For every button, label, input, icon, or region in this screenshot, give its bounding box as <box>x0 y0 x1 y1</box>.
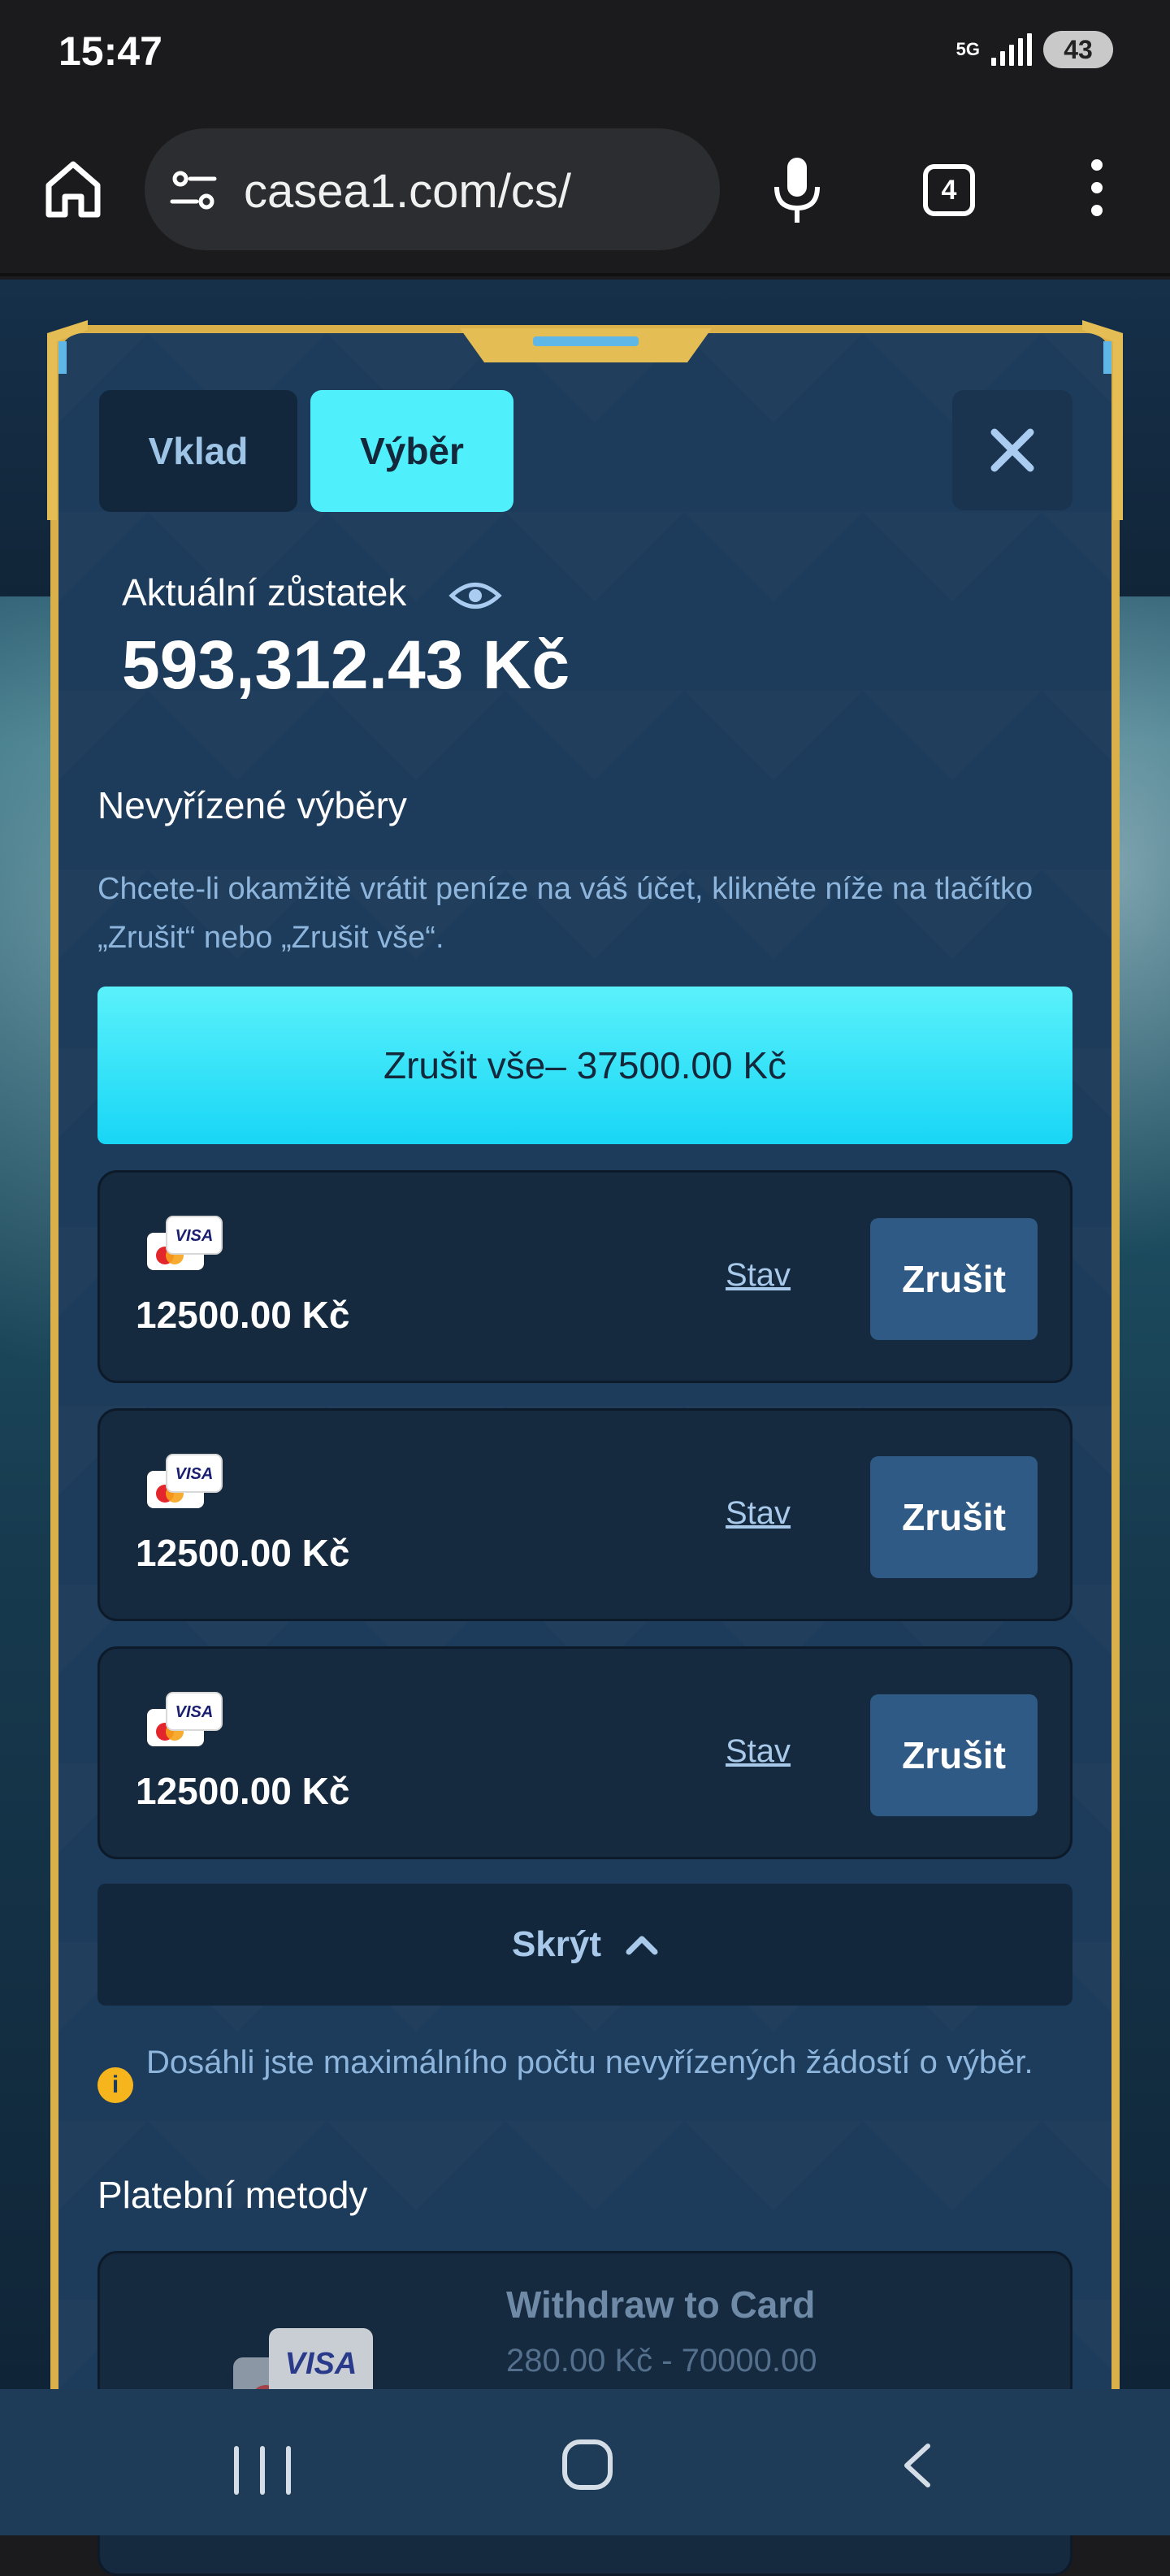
card-brand-text: VISA <box>176 1227 214 1245</box>
status-link[interactable]: Stav <box>726 1495 791 1532</box>
home-icon[interactable] <box>41 156 106 221</box>
pending-withdrawal-item: VISA 12500.00 Kč Stav Zrušit <box>98 1170 1072 1383</box>
signal-icon <box>991 33 1032 66</box>
visa-card-icon: VISA <box>147 1454 223 1508</box>
pending-withdrawals-description: Chcete-li okamžitě vrátit peníze na váš … <box>98 872 1034 955</box>
cancel-withdrawal-button[interactable]: Zrušit <box>870 1694 1038 1816</box>
network-type-icon: 5G <box>956 39 980 59</box>
eye-icon[interactable] <box>448 575 502 616</box>
system-navigation-bar <box>0 2389 1170 2535</box>
status-link[interactable]: Stav <box>726 1733 791 1770</box>
close-icon <box>990 428 1034 472</box>
withdrawal-amount: 12500.00 Kč <box>136 1532 350 1574</box>
tab-deposit[interactable]: Vklad <box>99 390 297 512</box>
balance-label: Aktuální zůstatek <box>122 571 407 614</box>
card-brand-text: VISA <box>285 2347 358 2381</box>
tab-switcher-button[interactable]: 4 <box>923 164 975 216</box>
address-bar[interactable]: casea1.com/cs/ <box>145 128 720 250</box>
payment-method-name: Withdraw to Card <box>506 2283 816 2326</box>
pending-withdrawal-item: VISA 12500.00 Kč Stav Zrušit <box>98 1408 1072 1621</box>
frame-ornament-top <box>460 328 712 362</box>
status-icons: 5G 43 <box>956 31 1113 68</box>
visa-card-icon: VISA <box>147 1216 223 1270</box>
hide-button[interactable]: Skrýt <box>98 1884 1072 2006</box>
frame-corner-right <box>1082 320 1123 520</box>
frame-corner-left <box>47 320 88 520</box>
pending-withdrawals-title: Nevyřízené výběry <box>98 784 407 826</box>
max-pending-warning: Dosáhli jste maximálního počtu nevyřízen… <box>146 2045 1034 2080</box>
home-button-icon[interactable] <box>562 2439 613 2490</box>
status-bar: 15:47 5G 43 <box>0 0 1170 114</box>
pending-withdrawal-item: VISA 12500.00 Kč Stav Zrušit <box>98 1646 1072 1859</box>
cancel-withdrawal-button[interactable]: Zrušit <box>870 1218 1038 1340</box>
info-warning-icon: i <box>98 2067 133 2103</box>
recent-apps-icon[interactable] <box>234 2446 291 2495</box>
browser-toolbar: casea1.com/cs/ 4 <box>0 114 1170 276</box>
tab-withdraw[interactable]: Výběr <box>310 390 514 512</box>
close-button[interactable] <box>952 390 1072 510</box>
card-brand-text: VISA <box>176 1465 214 1483</box>
more-options-icon[interactable] <box>1081 159 1113 224</box>
card-brand-text: VISA <box>176 1703 214 1721</box>
cancel-withdrawal-button[interactable]: Zrušit <box>870 1456 1038 1578</box>
hide-label: Skrýt <box>511 1924 602 1964</box>
withdrawal-amount: 12500.00 Kč <box>136 1294 350 1336</box>
status-time: 15:47 <box>58 28 162 74</box>
site-settings-icon[interactable] <box>169 166 218 215</box>
back-icon[interactable] <box>894 2441 942 2490</box>
withdrawal-amount: 12500.00 Kč <box>136 1770 350 1812</box>
cancel-all-button[interactable]: Zrušit vše– 37500.00 Kč <box>98 987 1072 1144</box>
payment-methods-title: Platební metody <box>98 2174 368 2216</box>
url-text[interactable]: casea1.com/cs/ <box>244 164 571 219</box>
battery-icon: 43 <box>1043 31 1113 68</box>
visa-card-icon: VISA <box>147 1692 223 1746</box>
status-link[interactable]: Stav <box>726 1257 791 1294</box>
payment-method-range: 280.00 Kč - 70000.00 <box>506 2343 817 2379</box>
chevron-up-icon <box>626 1936 658 1955</box>
microphone-icon[interactable] <box>769 154 826 228</box>
balance-value: 593,312.43 Kč <box>122 627 570 703</box>
